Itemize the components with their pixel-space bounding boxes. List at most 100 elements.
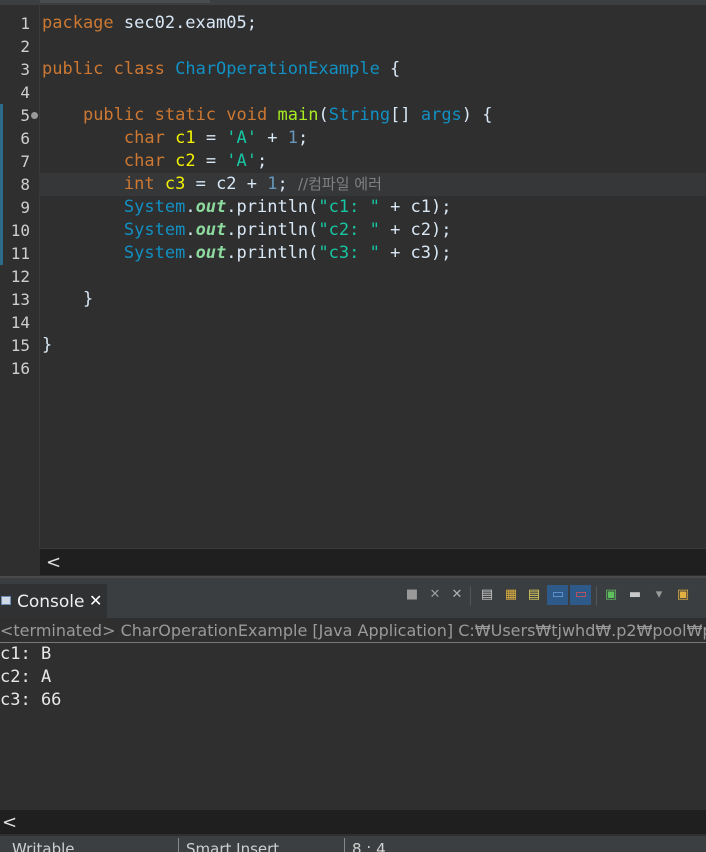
line-number: 6 (20, 129, 30, 148)
code-token: .println( (226, 243, 319, 263)
line-number: 7 (20, 152, 30, 171)
code-token: } (42, 335, 53, 355)
code-token: ) { (461, 105, 493, 125)
display-dropdown-icon[interactable]: ▾ (652, 588, 666, 602)
code-token: public (82, 105, 145, 125)
code-line[interactable]: int c3 = c2 + 1; //컴파일 에러 (39, 173, 706, 196)
console-horizontal-scrollbar[interactable]: < (0, 810, 706, 834)
gutter-scroll-spacer (0, 548, 40, 574)
code-token: = (185, 174, 217, 194)
code-token: + c3); (379, 243, 452, 263)
code-token: args (420, 105, 462, 125)
fold-marker-icon[interactable] (31, 112, 38, 119)
code-line[interactable]: } (42, 288, 706, 311)
code-line[interactable] (42, 265, 706, 288)
line-number: 15 (10, 336, 30, 355)
code-line[interactable]: } (42, 334, 706, 357)
code-token: "c3: " (318, 243, 380, 263)
status-insert-mode[interactable]: Smart Insert (186, 840, 279, 852)
status-bar: Writable Smart Insert 8 : 4 (0, 836, 706, 852)
code-line[interactable]: System.out.println("c2: " + c2); (42, 219, 706, 242)
code-token: c2 (175, 151, 196, 171)
code-token: + c1); (379, 197, 452, 217)
show-stdout-icon[interactable]: ▤ (527, 588, 541, 602)
status-divider (344, 838, 345, 852)
tab-console[interactable]: Console ✕ (0, 584, 107, 618)
editor-horizontal-scrollbar[interactable]: < (40, 548, 706, 575)
toolbar-separator (596, 586, 597, 606)
code-line[interactable]: char c1 = 'A' + 1; (42, 127, 706, 150)
line-number: 4 (20, 83, 30, 102)
code-token: String (328, 105, 391, 125)
console-output-line: c3: 66 (0, 690, 62, 710)
code-token: c3 (164, 174, 186, 194)
code-token: ; (277, 174, 298, 194)
line-number: 5 (20, 106, 30, 125)
code-token: 'A' (226, 128, 258, 148)
line-number: 11 (10, 244, 30, 263)
code-editor[interactable]: 1 2 3 4 5 6 7 8 9 10 11 12 13 14 15 16 package sec02.ex… (0, 0, 706, 548)
scroll-left-arrow-icon[interactable]: < (2, 812, 17, 833)
code-token: + (257, 128, 288, 148)
code-line[interactable]: System.out.println("c3: " + c3); (42, 242, 706, 265)
code-line[interactable]: char c2 = 'A'; (42, 150, 706, 173)
close-icon[interactable]: ✕ (89, 591, 102, 610)
code-token: System (123, 220, 186, 240)
remove-launch-icon[interactable]: ✕ (428, 588, 442, 602)
code-token: main (277, 105, 319, 125)
console-tab-label: Console (17, 592, 85, 612)
code-line[interactable]: System.out.println("c1: " + c1); (42, 196, 706, 219)
line-number-gutter: 1 2 3 4 5 6 7 8 9 10 11 12 13 14 15 16 (0, 5, 40, 548)
code-line[interactable]: public static void main(String[] args) { (42, 104, 706, 127)
code-line[interactable] (42, 311, 706, 334)
status-writable: Writable (12, 840, 75, 852)
code-token: 1 (287, 128, 298, 148)
toolbar-separator (470, 586, 471, 606)
code-token: [] (390, 105, 421, 125)
code-token: = (195, 128, 227, 148)
console-output[interactable]: c1: B c2: A c3: 66 (0, 643, 706, 712)
line-number: 16 (10, 359, 30, 378)
console-launch-status: <terminated> CharOperationExample [Java … (0, 620, 706, 643)
code-token: char (123, 128, 165, 148)
remove-all-terminated-icon[interactable]: ✕ (450, 588, 464, 602)
code-line[interactable] (42, 81, 706, 104)
change-indicator (0, 104, 3, 265)
console-output-line: c2: A (0, 667, 52, 687)
pin-console-icon[interactable]: ▣ (604, 588, 618, 602)
code-token: ( (318, 105, 329, 125)
code-token: c1 (175, 128, 196, 148)
code-area[interactable]: package sec02.exam05; public class CharOp… (39, 5, 706, 548)
scroll-lock-icon[interactable]: ▤ (480, 588, 494, 602)
line-number: 9 (20, 198, 30, 217)
word-wrap-icon[interactable]: ▦ (504, 588, 518, 602)
code-line[interactable] (42, 357, 706, 380)
editor-tab-edge[interactable] (40, 0, 210, 3)
scroll-left-arrow-icon[interactable]: < (46, 552, 61, 573)
console-view: Console ✕ ■ ✕ ✕ ▤ ▦ ▤ ▭ ▭ ▣ ▬ ▾ ▣ <terminated> Char… (0, 576, 706, 852)
code-line[interactable]: package sec02.exam05; (42, 12, 706, 35)
terminate-icon[interactable]: ■ (405, 588, 419, 602)
display-selected-console-icon[interactable]: ▬ (628, 588, 642, 602)
code-line[interactable]: public class CharOperationExample { (42, 58, 706, 81)
show-stderr-icon[interactable]: ▭ (574, 588, 588, 602)
line-number: 10 (10, 221, 30, 240)
console-icon (1, 596, 11, 605)
code-token: .println( (226, 220, 319, 240)
line-number: 3 (20, 60, 30, 79)
show-stderr-icon[interactable]: ▭ (551, 588, 565, 602)
code-line[interactable] (42, 35, 706, 58)
open-console-icon[interactable]: ▣ (676, 588, 690, 602)
code-token: sec02.exam05; (113, 13, 257, 33)
code-token: + (236, 174, 268, 194)
